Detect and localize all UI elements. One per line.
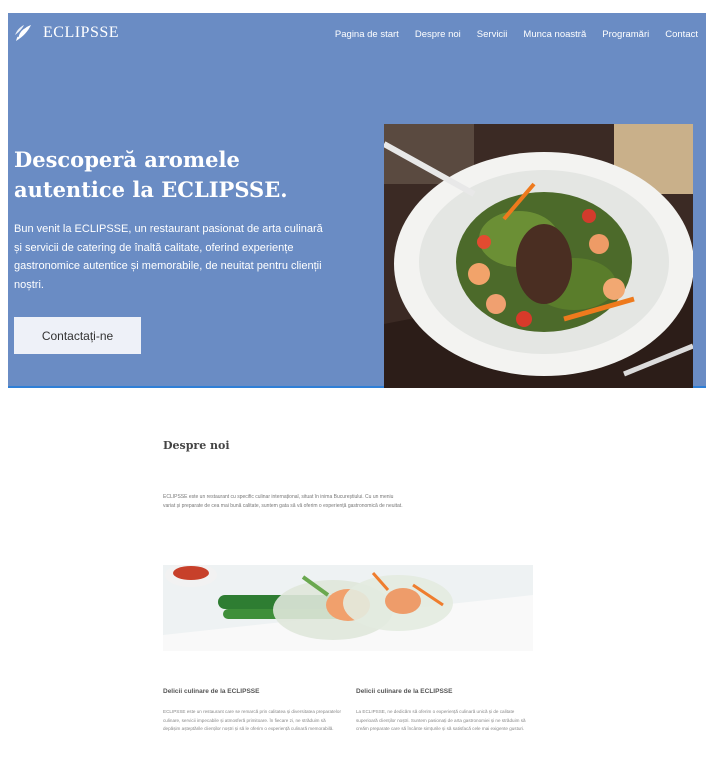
top-navigation: ECLIPSSE Pagina de start Despre noi Serv… (8, 13, 706, 53)
hero-description: Bun venit la ECLIPSSE, un restaurant pas… (14, 223, 323, 291)
nav-item-appointments[interactable]: Programări (602, 29, 649, 40)
leaf-logo-icon (15, 25, 31, 41)
about-title: Despre noi (163, 439, 230, 452)
column-2-text: La ECLIPSSE, ne dedicăm să oferim o expe… (356, 709, 526, 731)
nav-item-about[interactable]: Despre noi (415, 29, 461, 40)
nav-item-contact[interactable]: Contact (665, 29, 698, 40)
nav-item-our-work[interactable]: Munca noastră (523, 29, 586, 40)
about-column-1: Delicii culinare de la ECLIPSSE ECLIPSSE… (163, 688, 343, 734)
nav-item-home[interactable]: Pagina de start (335, 29, 399, 40)
column-2-title: Delicii culinare de la ECLIPSSE (356, 688, 453, 695)
nav-item-services[interactable]: Servicii (477, 29, 508, 40)
contact-button[interactable]: Contactați-ne (14, 317, 141, 354)
salad-illustration (384, 124, 693, 388)
column-1-title: Delicii culinare de la ECLIPSSE (163, 688, 260, 695)
column-1-text: ECLIPSSE este un restaurant care se rema… (163, 709, 341, 731)
hero-title: Descoperă aromele autentice la ECLIPSSE. (14, 147, 288, 202)
brand-logo[interactable]: ECLIPSSE (14, 23, 119, 43)
brand-name: ECLIPSSE (43, 24, 120, 41)
nav-links: Pagina de start Despre noi Servicii Munc… (319, 29, 698, 40)
salad-dish-photo (384, 124, 693, 388)
spring-rolls-photo (163, 565, 533, 651)
about-column-2: Delicii culinare de la ECLIPSSE La ECLIP… (356, 688, 536, 734)
about-description: ECLIPSSE este un restaurant cu specific … (163, 494, 403, 509)
spring-rolls-illustration (163, 565, 533, 651)
hero-section: ECLIPSSE Pagina de start Despre noi Serv… (8, 13, 706, 388)
